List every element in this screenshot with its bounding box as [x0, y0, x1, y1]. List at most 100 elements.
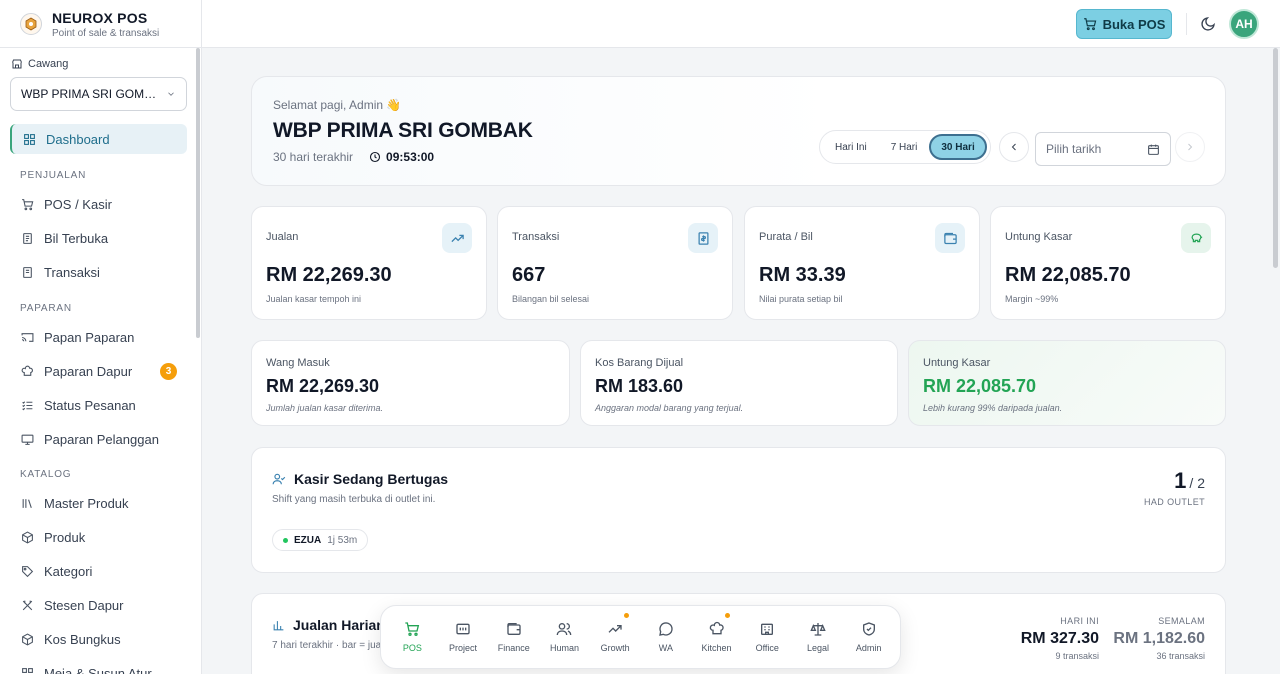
sidebar-item-pos-kasir[interactable]: POS / Kasir — [10, 189, 187, 219]
cawang-value: WBP PRIMA SRI GOMBAK — [21, 87, 161, 101]
package-icon — [20, 632, 34, 646]
kpi-label: Purata / Bil — [759, 231, 813, 243]
chef-hat-icon — [20, 364, 34, 378]
section-paparan: PAPARAN — [20, 303, 72, 314]
piggy-bank-icon — [1181, 223, 1211, 253]
sidebar-item-produk[interactable]: Produk — [10, 522, 187, 552]
kpi-sub: Margin ~99% — [1005, 294, 1059, 304]
online-dot — [283, 537, 288, 543]
stat-semalam: SEMALAM RM 1,182.60 36 transaksi — [1113, 616, 1205, 661]
stat-transaksi: 9 transaksi — [1055, 651, 1099, 661]
kpi-value: 667 — [512, 264, 546, 286]
sidebar-item-paparan-dapur[interactable]: Paparan Dapur 3 — [10, 356, 187, 386]
sidebar-item-kategori[interactable]: Kategori — [10, 556, 187, 586]
folder-icon — [456, 623, 470, 635]
prev-date-button[interactable] — [999, 132, 1029, 162]
scale-icon — [810, 623, 826, 636]
summary-sub: Jumlah jualan kasar diterima. — [266, 403, 384, 413]
kpi-label: Jualan — [266, 231, 299, 243]
kpi-jualan: Jualan RM 22,269.30 Jualan kasar tempoh … — [251, 206, 487, 320]
sidebar-item-meja-susun-atur[interactable]: Meja & Susun Atur — [10, 658, 187, 674]
main-scrollbar[interactable] — [1273, 48, 1278, 268]
brand[interactable]: NEUROX POS Point of sale & transaksi — [0, 0, 202, 48]
user-avatar[interactable]: AH — [1229, 9, 1259, 39]
kasir-card: Kasir Sedang Bertugas Shift yang masih t… — [251, 447, 1226, 573]
clock: 09:53:00 — [369, 150, 434, 164]
cart-icon — [20, 197, 34, 211]
package-icon — [20, 530, 34, 544]
dock-office[interactable]: Office — [742, 621, 793, 653]
summary-sub: Lebih kurang 99% daripada jualan. — [923, 403, 1063, 413]
dock-admin[interactable]: Admin — [843, 621, 894, 653]
sidebar-scrollbar[interactable] — [196, 48, 200, 338]
range-30-hari[interactable]: 30 Hari — [929, 134, 987, 160]
calendar-icon — [1148, 144, 1159, 155]
sidebar-item-master-produk[interactable]: Master Produk — [10, 488, 187, 518]
sidebar-item-papan-paparan[interactable]: Papan Paparan — [10, 322, 187, 352]
top-bar: NEUROX POS Point of sale & transaksi Buk… — [0, 0, 1280, 48]
kasir-count: 1 / 2 — [1174, 468, 1205, 494]
cart-icon — [1083, 18, 1096, 31]
kasir-chip[interactable]: EZUA 1j 53m — [272, 529, 369, 551]
sidebar-item-kos-bungkus[interactable]: Kos Bungkus — [10, 624, 187, 654]
summary-kos-barang: Kos Barang Dijual RM 183.60 Anggaran mod… — [580, 340, 898, 426]
dock-pos[interactable]: POS — [387, 621, 438, 653]
chevron-left-icon — [1011, 143, 1016, 151]
chef-hat-icon — [709, 621, 724, 635]
range-hari-ini[interactable]: Hari Ini — [823, 134, 879, 160]
dock-legal[interactable]: Legal — [793, 621, 844, 653]
monitor-icon — [20, 432, 34, 446]
tag-icon — [20, 564, 34, 578]
notification-dot — [623, 613, 629, 618]
dock-human[interactable]: Human — [539, 621, 590, 653]
kasir-title: Kasir Sedang Bertugas — [272, 471, 448, 487]
trending-up-icon — [608, 625, 622, 633]
stat-value: RM 327.30 — [1020, 630, 1099, 647]
cart-icon — [405, 622, 420, 636]
kpi-value: RM 22,085.70 — [1005, 264, 1131, 286]
theme-toggle-moon-icon[interactable] — [1200, 16, 1216, 32]
summary-sub: Anggaran modal barang yang terjual. — [595, 403, 744, 413]
summary-label: Untung Kasar — [923, 357, 991, 369]
buka-pos-button[interactable]: Buka POS — [1076, 9, 1172, 39]
section-penjualan: PENJUALAN — [20, 170, 87, 181]
kpi-value: RM 33.39 — [759, 264, 846, 286]
range-7-hari[interactable]: 7 Hari — [879, 134, 930, 160]
sidebar-item-stesen-dapur[interactable]: Stesen Dapur — [10, 590, 187, 620]
kasir-count-total: / 2 — [1189, 475, 1205, 491]
document-icon — [20, 265, 34, 279]
kitchen-badge: 3 — [160, 363, 177, 380]
grid-icon — [22, 132, 36, 146]
sidebar-item-paparan-pelanggan[interactable]: Paparan Pelanggan — [10, 424, 187, 454]
dock-wa[interactable]: WA — [641, 621, 692, 653]
kpi-untung-kasar: Untung Kasar RM 22,085.70 Margin ~99% — [990, 206, 1226, 320]
cawang-select[interactable]: WBP PRIMA SRI GOMBAK — [10, 77, 187, 111]
summary-value: RM 183.60 — [595, 376, 684, 396]
outlet-title: WBP PRIMA SRI GOMBAK — [273, 119, 533, 142]
sidebar-item-status-pesanan[interactable]: Status Pesanan — [10, 390, 187, 420]
kasir-count-label: HAD OUTLET — [1143, 497, 1205, 507]
stat-label: SEMALAM — [1158, 616, 1205, 626]
dock-finance[interactable]: Finance — [488, 621, 539, 653]
range-selector: Hari Ini 7 Hari 30 Hari — [819, 130, 991, 164]
dock-kitchen[interactable]: Kitchen — [691, 613, 742, 653]
summary-label: Wang Masuk — [266, 357, 330, 369]
hero-meta: 30 hari terakhir 09:53:00 — [273, 150, 434, 164]
wallet-icon — [935, 223, 965, 253]
kpi-label: Transaksi — [512, 231, 560, 243]
dock-growth[interactable]: Growth — [590, 613, 641, 653]
kpi-label: Untung Kasar — [1005, 231, 1073, 243]
clock-time: 09:53:00 — [386, 150, 435, 164]
date-picker-input[interactable]: Pilih tarikh — [1035, 132, 1171, 166]
chevron-right-icon — [1188, 143, 1193, 151]
sidebar-item-dashboard[interactable]: Dashboard — [10, 124, 187, 154]
user-check-icon — [272, 473, 286, 485]
next-date-button[interactable] — [1175, 132, 1205, 162]
receipt-icon — [20, 231, 34, 245]
utensils-icon — [20, 598, 34, 612]
harian-subtitle: 7 hari terakhir · bar = jualan — [272, 640, 395, 651]
greeting: Selamat pagi, Admin 👋 — [273, 98, 402, 112]
sidebar-item-bil-terbuka[interactable]: Bil Terbuka — [10, 223, 187, 253]
sidebar-item-transaksi[interactable]: Transaksi — [10, 257, 187, 287]
dock-project[interactable]: Project — [438, 621, 489, 653]
